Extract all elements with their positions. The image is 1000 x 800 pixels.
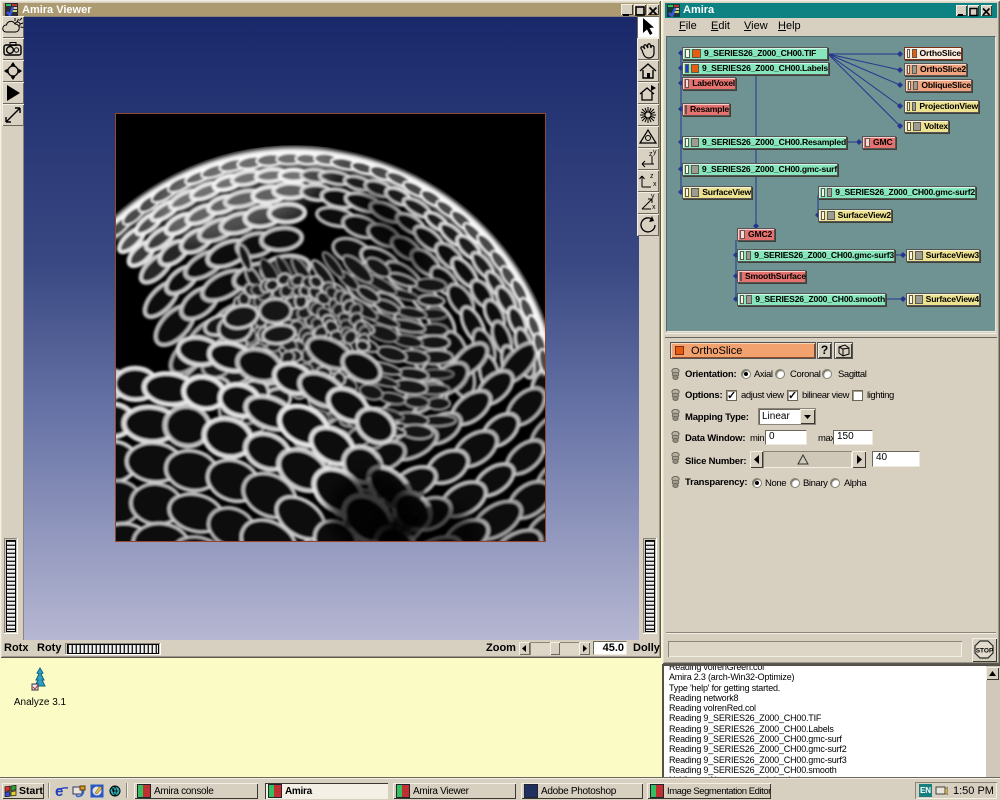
svg-text:z: z bbox=[650, 173, 654, 180]
svg-text:STOP: STOP bbox=[976, 648, 994, 655]
svg-text:x: x bbox=[653, 181, 657, 188]
svg-text:y: y bbox=[653, 149, 657, 156]
svg-text:x: x bbox=[652, 204, 656, 211]
svg-text:y: y bbox=[651, 193, 655, 200]
